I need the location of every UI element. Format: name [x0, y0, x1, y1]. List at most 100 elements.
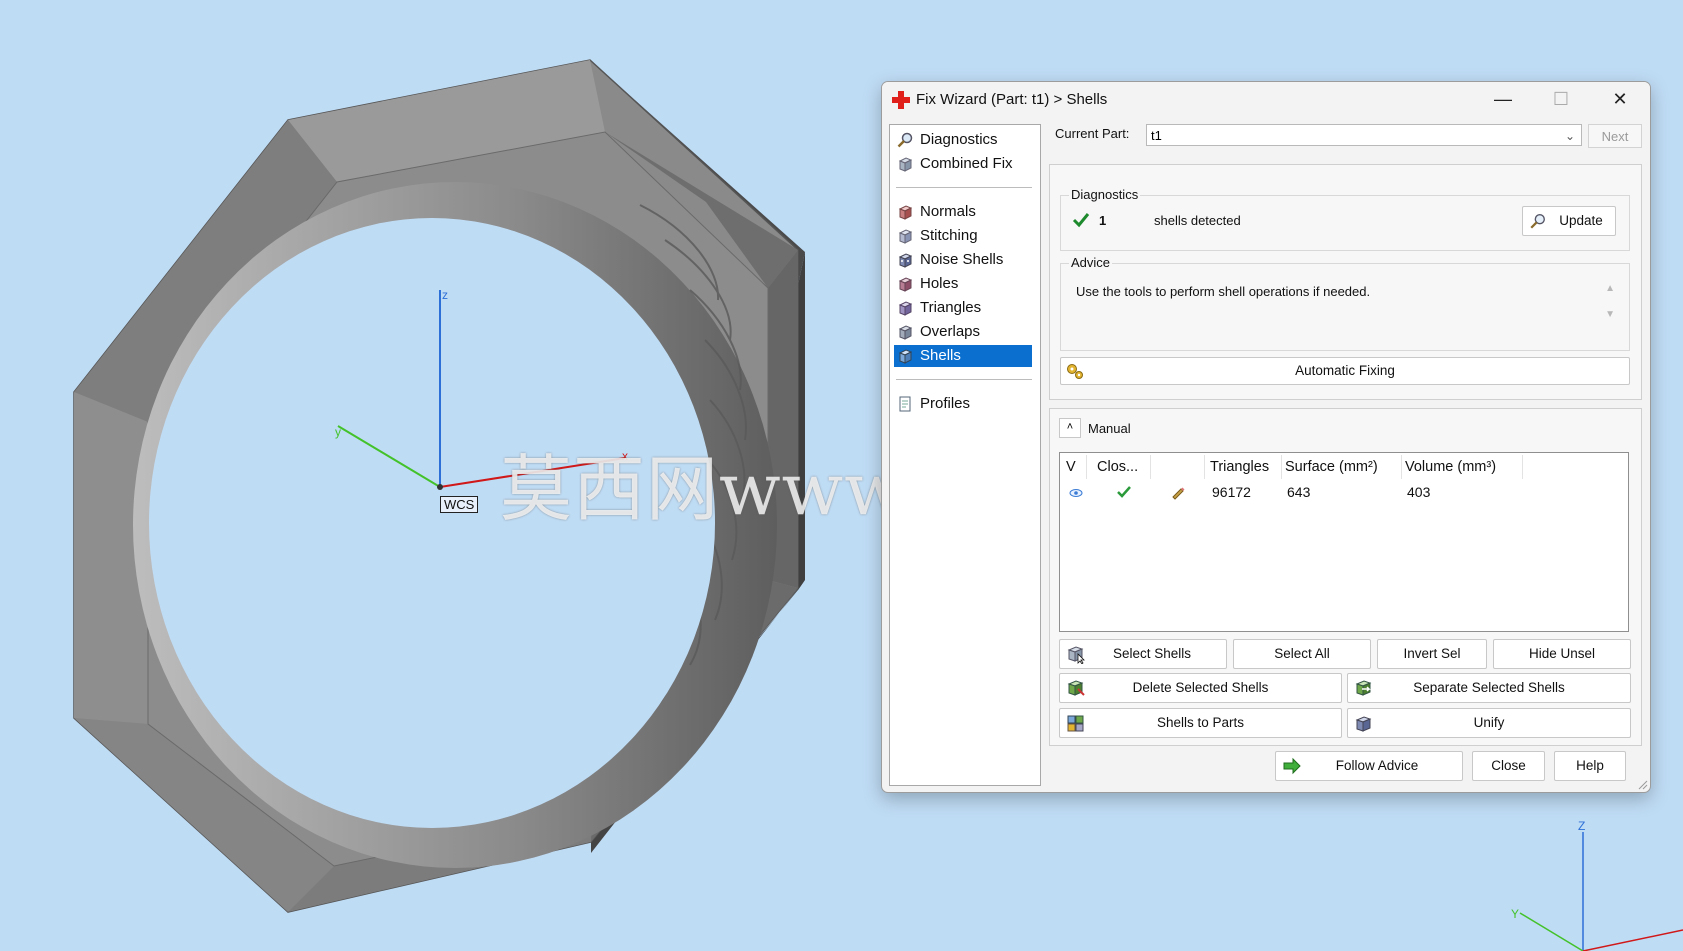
overlaps-cube-icon: [898, 325, 913, 340]
nav-item-label: Combined Fix: [920, 155, 1013, 172]
magnifier-icon: [1530, 214, 1545, 229]
nav-item-overlaps[interactable]: Overlaps: [894, 321, 1032, 343]
close-button[interactable]: Close: [1472, 751, 1545, 781]
triangles-cube-icon: [898, 301, 913, 316]
checkmark-icon: [1117, 486, 1131, 498]
nav-item-profiles[interactable]: Profiles: [894, 393, 1032, 415]
gears-icon: [1067, 364, 1083, 379]
help-button[interactable]: Help: [1554, 751, 1626, 781]
separate-selected-shells-button[interactable]: Separate Selected Shells: [1347, 673, 1631, 703]
nav-item-label: Profiles: [920, 395, 971, 412]
column-header-surface[interactable]: Surface (mm²): [1285, 459, 1378, 475]
separate-cube-icon: [1355, 680, 1372, 696]
nav-item-shells[interactable]: Shells: [894, 345, 1032, 367]
nav-item-combined-fix[interactable]: Combined Fix: [894, 153, 1032, 175]
column-divider: [1086, 455, 1087, 479]
nav-item-label: Normals: [920, 203, 976, 220]
column-header-triangles[interactable]: Triangles: [1210, 459, 1269, 475]
help-label: Help: [1576, 758, 1604, 773]
column-divider: [1150, 455, 1151, 479]
nav-item-diagnostics[interactable]: Diagnostics: [894, 129, 1032, 151]
collapse-icon[interactable]: ˄: [1059, 418, 1081, 438]
axis-y-label: y: [335, 425, 341, 439]
delete-selected-shells-button[interactable]: Delete Selected Shells: [1059, 673, 1342, 703]
normals-cube-icon: [898, 205, 913, 220]
column-header-volume[interactable]: Volume (mm³): [1405, 459, 1496, 475]
red-cross-icon: [892, 91, 910, 109]
minimize-button[interactable]: —: [1474, 82, 1532, 118]
advice-scrollbar[interactable]: ▲ ▼: [1605, 276, 1615, 328]
invert-selection-button[interactable]: Invert Sel: [1377, 639, 1487, 669]
diagnostics-title: Diagnostics: [1069, 187, 1141, 202]
automatic-fixing-label: Automatic Fixing: [1295, 363, 1395, 378]
automatic-fixing-button[interactable]: Automatic Fixing: [1060, 357, 1630, 385]
update-button[interactable]: Update: [1522, 206, 1616, 236]
nav-divider: [896, 379, 1032, 380]
nav-item-triangles[interactable]: Triangles: [894, 297, 1032, 319]
hide-unselected-button[interactable]: Hide Unsel: [1493, 639, 1631, 669]
close-label: Close: [1491, 758, 1526, 773]
arrow-right-icon: [1283, 757, 1301, 775]
maximize-button[interactable]: ☐: [1532, 82, 1590, 118]
current-part-select[interactable]: t1 ⌄: [1146, 124, 1582, 146]
nav-item-stitching[interactable]: Stitching: [894, 225, 1032, 247]
manual-title: Manual: [1088, 421, 1131, 436]
nav-item-label: Triangles: [920, 299, 982, 316]
eye-icon[interactable]: [1069, 486, 1083, 500]
holes-cube-icon: [898, 277, 913, 292]
axis-z-label: z: [442, 288, 448, 302]
pencil-icon[interactable]: [1170, 484, 1186, 500]
dialog-title: Fix Wizard (Part: t1) > Shells: [916, 91, 1108, 108]
next-button[interactable]: Next: [1588, 124, 1642, 148]
column-divider: [1522, 455, 1523, 479]
follow-advice-label: Follow Advice: [1335, 758, 1419, 773]
noise-cube-icon: [898, 253, 913, 268]
column-divider: [1401, 455, 1402, 479]
fix-wizard-dialog: Fix Wizard (Part: t1) > Shells — ☐ ✕ Dia…: [881, 81, 1651, 793]
select-cube-icon: [1067, 646, 1085, 664]
shells-cube-icon: [898, 349, 913, 364]
diagnostics-status-text: shells detected: [1154, 213, 1241, 228]
nav-item-noise-shells[interactable]: Noise Shells: [894, 249, 1032, 271]
delete-cube-icon: [1067, 680, 1085, 696]
diagnostics-group: Diagnostics 1 shells detected Update: [1060, 187, 1630, 251]
current-part-label: Current Part:: [1055, 126, 1130, 141]
diagnostics-panel: Diagnostics 1 shells detected Update Adv…: [1049, 164, 1642, 400]
select-all-button[interactable]: Select All: [1233, 639, 1371, 669]
follow-advice-button[interactable]: Follow Advice: [1275, 751, 1463, 781]
shells-to-parts-button[interactable]: Shells to Parts: [1059, 708, 1342, 738]
column-divider: [1204, 455, 1205, 479]
chevron-down-icon: ⌄: [1564, 129, 1575, 143]
close-window-button[interactable]: ✕: [1591, 82, 1649, 118]
document-icon: [899, 396, 911, 412]
title-bar[interactable]: Fix Wizard (Part: t1) > Shells — ☐ ✕: [882, 82, 1650, 118]
corner-axis-y-label: Y: [1511, 907, 1519, 921]
column-header-closed[interactable]: Clos...: [1097, 459, 1138, 475]
row-triangles: 96172: [1212, 484, 1251, 500]
nav-item-label: Overlaps: [920, 323, 981, 340]
shells-to-parts-label: Shells to Parts: [1156, 715, 1245, 730]
shell-count: 1: [1099, 213, 1107, 228]
row-volume: 403: [1407, 484, 1431, 500]
column-header-visible[interactable]: V: [1066, 459, 1076, 475]
nav-item-label: Holes: [920, 275, 959, 292]
invert-sel-label: Invert Sel: [1403, 646, 1461, 661]
nav-item-label: Stitching: [920, 227, 978, 244]
corner-axis-z-label: Z: [1578, 819, 1585, 833]
stitching-cube-icon: [898, 229, 913, 244]
column-divider: [1281, 455, 1282, 479]
select-shells-button[interactable]: Select Shells: [1059, 639, 1227, 669]
shells-to-parts-icon: [1067, 715, 1084, 732]
advice-group: Advice Use the tools to perform shell op…: [1060, 255, 1630, 351]
wcs-label: WCS: [440, 496, 479, 513]
resize-grip-icon[interactable]: [1636, 778, 1648, 790]
wizard-nav: Diagnostics Combined Fix Normals Stitchi…: [889, 124, 1041, 786]
magnifier-icon: [897, 132, 913, 148]
unify-button[interactable]: Unify: [1347, 708, 1631, 738]
nav-item-holes[interactable]: Holes: [894, 273, 1032, 295]
select-all-label: Select All: [1274, 646, 1330, 661]
row-surface: 643: [1287, 484, 1311, 500]
current-part-value: t1: [1151, 128, 1162, 143]
shells-table[interactable]: V Clos... Triangles Surface (mm²) Volume…: [1059, 452, 1629, 632]
nav-item-normals[interactable]: Normals: [894, 201, 1032, 223]
